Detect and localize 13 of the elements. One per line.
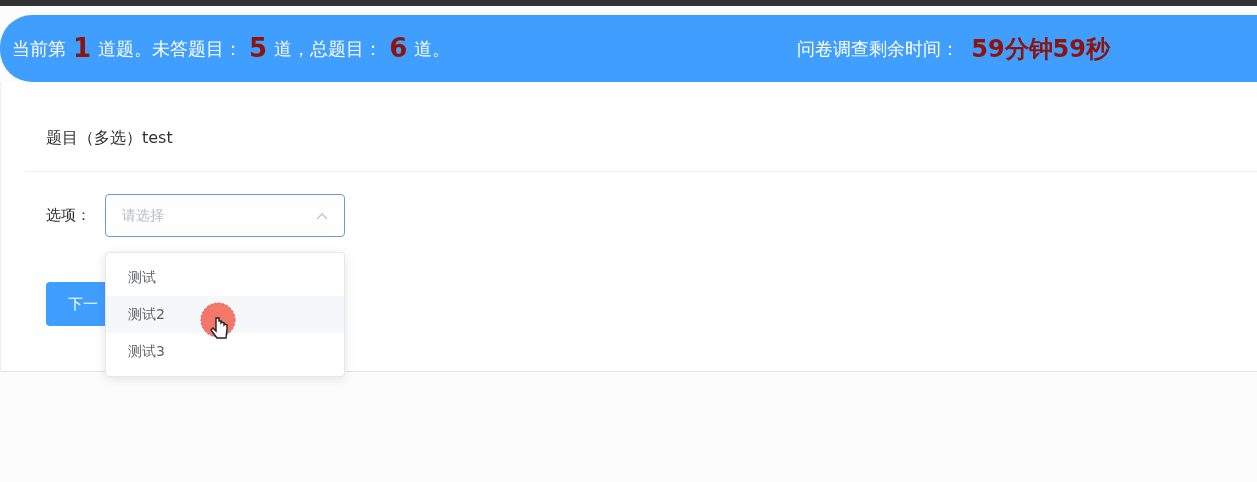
progress-text: 道题。未答题目： bbox=[98, 37, 243, 61]
progress-text: 道。 bbox=[414, 37, 451, 61]
dropdown-option[interactable]: 测试3 bbox=[106, 333, 344, 370]
timer-label: 问卷调查剩余时间： bbox=[797, 37, 960, 61]
question-title: 题目（多选）test bbox=[45, 127, 174, 149]
dropdown-option[interactable]: 测试2 bbox=[106, 296, 344, 333]
count-number: 1 bbox=[73, 32, 92, 65]
timer-value: 59分钟59秒 bbox=[971, 33, 1110, 65]
field-label: 选项： bbox=[46, 205, 92, 227]
count-number: 6 bbox=[389, 32, 408, 65]
progress-text: 道，总题目： bbox=[274, 37, 383, 61]
count-number: 5 bbox=[249, 32, 268, 65]
progress-text: 当前第 bbox=[12, 37, 66, 61]
